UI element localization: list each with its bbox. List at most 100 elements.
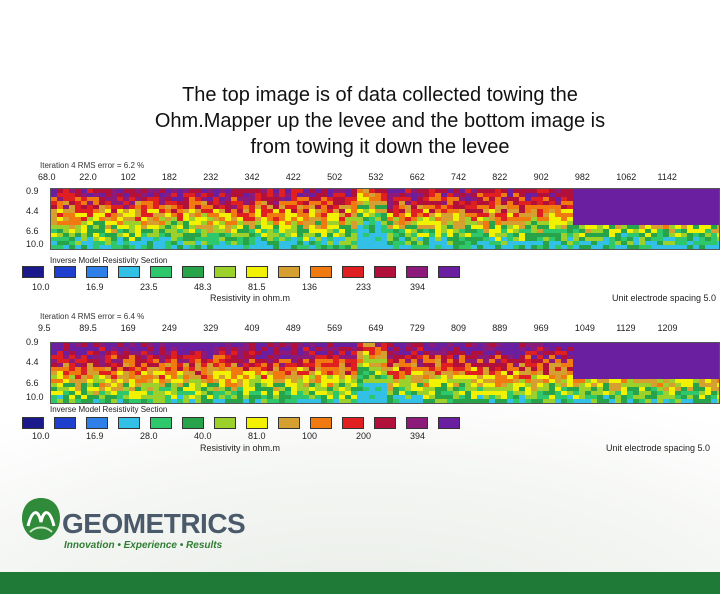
resistivity-cell: [93, 217, 100, 222]
resistivity-cell: [105, 233, 112, 238]
resistivity-cell: [165, 391, 172, 396]
resistivity-cell: [609, 351, 616, 356]
resistivity-cell: [645, 229, 652, 234]
resistivity-cell: [615, 209, 622, 214]
resistivity-cell: [561, 367, 568, 372]
resistivity-cell: [225, 229, 232, 234]
resistivity-cell: [537, 367, 544, 372]
resistivity-cell: [105, 351, 112, 356]
resistivity-cell: [153, 221, 160, 226]
resistivity-cell: [585, 399, 592, 403]
resistivity-cell: [423, 347, 430, 352]
resistivity-cell: [471, 379, 478, 384]
resistivity-cell: [141, 399, 148, 403]
resistivity-cell: [711, 343, 718, 348]
resistivity-cell: [171, 193, 178, 198]
resistivity-cell: [237, 197, 244, 202]
resistivity-cell: [525, 193, 532, 198]
resistivity-cell: [357, 355, 364, 360]
resistivity-cell: [615, 205, 622, 210]
resistivity-cell: [135, 399, 142, 403]
resistivity-cell: [51, 197, 58, 202]
resistivity-cell: [219, 375, 226, 380]
resistivity-cell: [717, 387, 719, 392]
resistivity-cell: [663, 245, 670, 249]
resistivity-cell: [285, 237, 292, 242]
resistivity-cell: [171, 383, 178, 388]
resistivity-cell: [225, 201, 232, 206]
resistivity-cell: [279, 363, 286, 368]
resistivity-cell: [597, 371, 604, 376]
resistivity-cell: [669, 387, 676, 392]
resistivity-cell: [675, 387, 682, 392]
resistivity-cell: [261, 399, 268, 403]
resistivity-cell: [273, 355, 280, 360]
resistivity-cell: [429, 355, 436, 360]
resistivity-cell: [189, 213, 196, 218]
resistivity-cell: [171, 387, 178, 392]
resistivity-cell: [129, 379, 136, 384]
resistivity-cell: [327, 395, 334, 400]
resistivity-cell: [567, 399, 574, 403]
resistivity-cell: [117, 347, 124, 352]
resistivity-cell: [165, 343, 172, 348]
resistivity-cell: [57, 355, 64, 360]
resistivity-cell: [525, 205, 532, 210]
resistivity-cell: [597, 351, 604, 356]
resistivity-cell: [363, 343, 370, 348]
resistivity-cell: [471, 391, 478, 396]
resistivity-cell: [615, 387, 622, 392]
resistivity-cell: [315, 213, 322, 218]
resistivity-cell: [285, 189, 292, 194]
resistivity-cell: [549, 375, 556, 380]
resistivity-cell: [369, 363, 376, 368]
resistivity-cell: [165, 205, 172, 210]
resistivity-cell: [411, 241, 418, 246]
resistivity-cell: [201, 217, 208, 222]
resistivity-cell: [687, 241, 694, 246]
resistivity-cell: [237, 379, 244, 384]
resistivity-cell: [339, 395, 346, 400]
resistivity-cell: [369, 371, 376, 376]
resistivity-cell: [327, 347, 334, 352]
resistivity-cell: [459, 197, 466, 202]
resistivity-cell: [555, 245, 562, 249]
resistivity-cell: [597, 387, 604, 392]
resistivity-cell: [405, 383, 412, 388]
resistivity-cell: [531, 383, 538, 388]
resistivity-cell: [447, 367, 454, 372]
resistivity-cell: [285, 209, 292, 214]
resistivity-cell: [225, 363, 232, 368]
resistivity-cell: [423, 245, 430, 249]
resistivity-cell: [285, 217, 292, 222]
resistivity-cell: [381, 375, 388, 380]
resistivity-cell: [657, 391, 664, 396]
resistivity-cell: [567, 395, 574, 400]
resistivity-cell: [531, 391, 538, 396]
resistivity-cell: [297, 343, 304, 348]
resistivity-cell: [165, 363, 172, 368]
resistivity-cell: [183, 205, 190, 210]
resistivity-cell: [405, 343, 412, 348]
resistivity-cell: [663, 241, 670, 246]
resistivity-cell: [405, 355, 412, 360]
resistivity-cell: [69, 343, 76, 348]
resistivity-cell: [369, 343, 376, 348]
resistivity-cell: [207, 379, 214, 384]
resistivity-cell: [93, 351, 100, 356]
resistivity-cell: [291, 359, 298, 364]
resistivity-cell: [267, 383, 274, 388]
resistivity-cell: [609, 217, 616, 222]
resistivity-cell: [627, 399, 634, 403]
resistivity-cell: [159, 387, 166, 392]
resistivity-cell: [333, 391, 340, 396]
resistivity-cell: [585, 229, 592, 234]
resistivity-cell: [111, 359, 118, 364]
resistivity-cell: [417, 217, 424, 222]
resistivity-cell: [399, 237, 406, 242]
resistivity-cell: [201, 209, 208, 214]
resistivity-cell: [99, 343, 106, 348]
resistivity-cell: [543, 379, 550, 384]
resistivity-cell: [429, 245, 436, 249]
resistivity-cell: [453, 399, 460, 403]
